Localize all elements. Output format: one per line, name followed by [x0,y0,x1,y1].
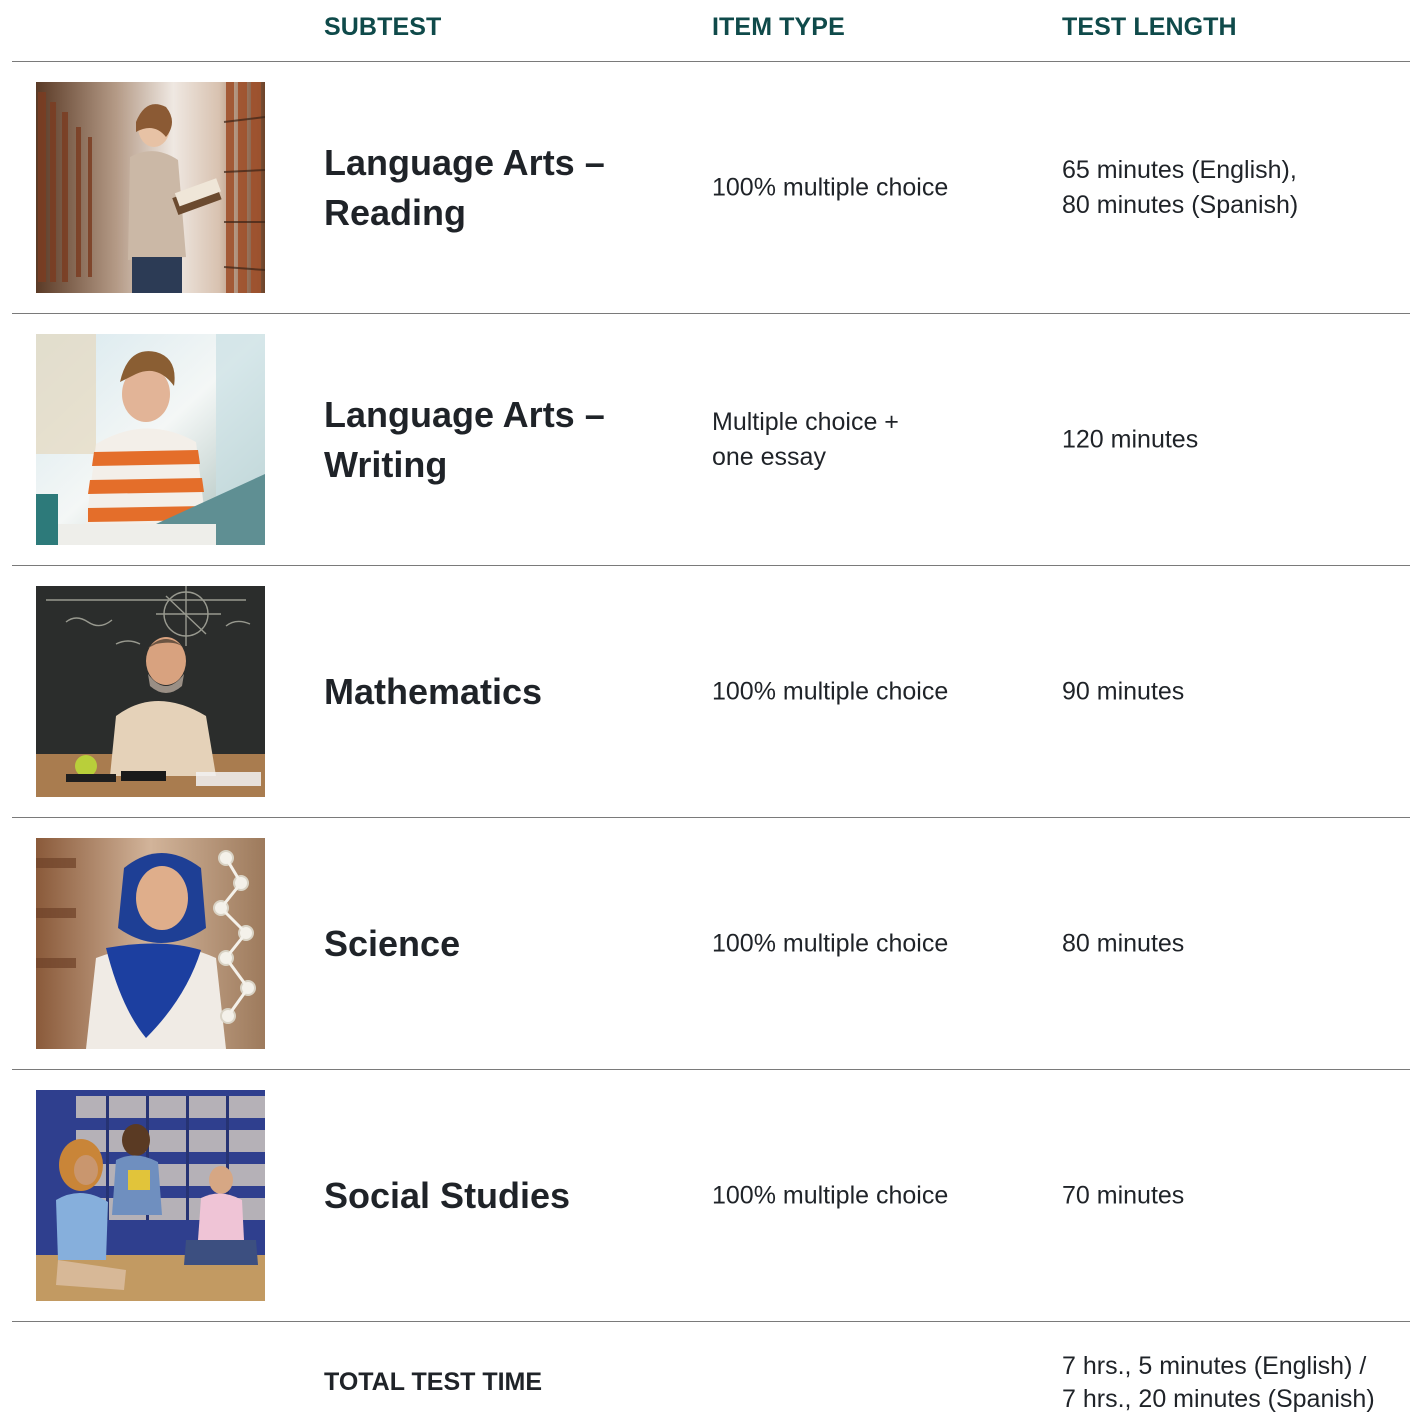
total-test-time-label: TOTAL TEST TIME [324,1368,543,1396]
subtest-name: Language Arts – Writing [324,390,664,490]
subtest-name-line: Writing [324,443,448,485]
table-row: Science 100% multiple choice 80 minutes [12,818,1410,1070]
table-row: Social Studies 100% multiple choice 70 m… [12,1070,1410,1322]
total-test-time-line: 7 hrs., 20 minutes (Spanish) [1062,1385,1375,1413]
subtest-name-line: Language Arts – [324,393,605,435]
item-type: 100% multiple choice [712,170,1012,205]
photo-woman-with-dna-model [36,838,265,1049]
photo-students-studying-in-library [36,1090,265,1301]
subtest-name: Language Arts – Reading [324,138,664,238]
photo-woman-reading-in-library [36,82,265,293]
test-length-line: 120 minutes [1062,425,1199,453]
item-type-line: 100% multiple choice [712,677,949,705]
photo-teacher-at-chalkboard [36,586,265,797]
subtest-name: Mathematics [324,667,664,717]
test-length-line: 90 minutes [1062,677,1185,705]
item-type-line: 100% multiple choice [712,1181,949,1209]
photo-student-typing-on-laptop [36,334,265,545]
subtest-name-line: Language Arts – [324,141,605,183]
subtest-name: Science [324,919,664,969]
item-type: Multiple choice + one essay [712,405,1012,475]
subtest-name-line: Mathematics [324,670,543,712]
subtest-name: Social Studies [324,1171,664,1221]
test-length: 120 minutes [1062,422,1402,457]
table-row: Language Arts – Writing Multiple choice … [12,314,1410,566]
item-type: 100% multiple choice [712,674,1012,709]
column-header-subtest: SUBTEST [324,13,442,41]
item-type-line: 100% multiple choice [712,929,949,957]
total-row: TOTAL TEST TIME 7 hrs., 5 minutes (Engli… [12,1322,1410,1413]
table-row: Mathematics 100% multiple choice 90 minu… [12,566,1410,818]
item-type: 100% multiple choice [712,1178,1012,1213]
table-header: SUBTEST ITEM TYPE TEST LENGTH [12,0,1410,62]
item-type-line: one essay [712,442,826,471]
column-header-item-type: ITEM TYPE [712,13,845,41]
item-type: 100% multiple choice [712,926,1012,961]
item-type-line: Multiple choice + [712,407,899,436]
table-row: Language Arts – Reading 100% multiple ch… [12,62,1410,314]
item-type-line: 100% multiple choice [712,173,949,201]
total-test-time-value: 7 hrs., 5 minutes (English) / 7 hrs., 20… [1062,1350,1411,1416]
test-length-line: 80 minutes [1062,929,1185,957]
test-length: 70 minutes [1062,1178,1402,1213]
test-length-line: 65 minutes (English), [1062,155,1297,184]
test-length-line: 70 minutes [1062,1181,1185,1209]
subtest-name-line: Social Studies [324,1174,571,1216]
subtest-name-line: Science [324,922,461,964]
column-header-test-length: TEST LENGTH [1062,13,1237,41]
test-length: 80 minutes [1062,926,1402,961]
test-length: 90 minutes [1062,674,1402,709]
subtest-name-line: Reading [324,191,467,233]
total-test-time-line: 7 hrs., 5 minutes (English) / [1062,1352,1367,1380]
test-length: 65 minutes (English), 80 minutes (Spanis… [1062,153,1402,223]
test-length-line: 80 minutes (Spanish) [1062,190,1299,219]
